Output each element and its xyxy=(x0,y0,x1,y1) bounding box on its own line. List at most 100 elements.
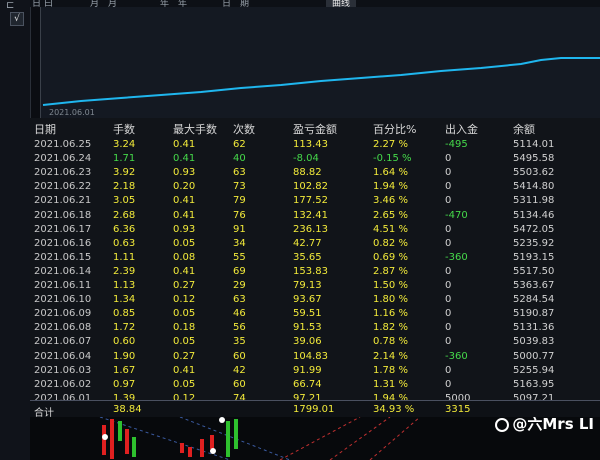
cell-bal: 5414.80 xyxy=(513,181,555,193)
header-max-hands[interactable]: 最大手数 xyxy=(173,121,217,137)
cell-flow: -360 xyxy=(445,350,468,362)
table-row[interactable]: 2021.06.08 1.72 0.18 56 91.53 1.82 % 0 5131.36 xyxy=(30,322,600,335)
header-hands[interactable]: 手数 xyxy=(113,121,135,137)
cell-pnl: 132.41 xyxy=(293,209,328,221)
tab-5[interactable]: 年 xyxy=(178,0,187,7)
cell-hands: 2.39 xyxy=(113,265,136,277)
cell-bal: 5163.95 xyxy=(513,378,555,390)
cell-pct: 1.64 % xyxy=(373,167,408,179)
table-row[interactable]: 2021.06.03 1.67 0.41 42 91.99 1.78 % 0 5255.94 xyxy=(30,365,600,378)
table-row[interactable]: 2021.06.25 3.24 0.41 62 113.43 2.27 % -495 5114… xyxy=(30,139,600,152)
tab-3[interactable]: 月 xyxy=(108,0,117,7)
tab-6[interactable]: 日 xyxy=(222,0,231,7)
cell-max: 0.27 xyxy=(173,280,196,291)
cell-count: 60 xyxy=(233,378,246,390)
header-count[interactable]: 次数 xyxy=(233,121,255,137)
toggle-checkbox[interactable]: √ xyxy=(10,12,24,26)
watermark-text: @六Mrs LI xyxy=(512,417,594,433)
table-row[interactable]: 2021.06.18 2.68 0.41 76 132.41 2.65 % -470 5134… xyxy=(30,210,600,223)
cell-pct: 1.16 % xyxy=(373,308,408,320)
candle xyxy=(210,435,214,449)
cell-max: 0.93 xyxy=(173,223,196,235)
cell-pnl: 35.65 xyxy=(293,251,322,263)
cell-max: 0.05 xyxy=(173,237,196,249)
table-row[interactable]: 2021.06.24 1.71 0.41 40 -8.04 -0.15 % 0 5495.58 xyxy=(30,153,600,166)
table-row[interactable]: 2021.06.23 3.92 0.93 63 88.82 1.64 % 0 5503.62 xyxy=(30,167,600,180)
footer-flow: 3315 xyxy=(445,404,471,415)
table-row[interactable]: 2021.06.17 6.36 0.93 91 236.13 4.51 % 0 5472.05 xyxy=(30,224,600,237)
cell-max: 0.41 xyxy=(173,195,196,207)
tab-curve[interactable]: 曲线 xyxy=(326,0,357,7)
cell-count: 29 xyxy=(233,280,246,291)
candles-group xyxy=(102,419,238,459)
cell-date: 2021.06.22 xyxy=(34,181,92,193)
cell-date: 2021.06.10 xyxy=(34,294,92,306)
candle xyxy=(110,419,114,459)
trend-line-5 xyxy=(369,417,421,460)
table-row[interactable]: 2021.06.21 3.05 0.41 79 177.52 3.46 % 0 5311.98 xyxy=(30,195,600,208)
table-row[interactable]: 2021.06.04 1.90 0.27 60 104.83 2.14 % -360 5000… xyxy=(30,351,600,364)
cell-date: 2021.06.23 xyxy=(34,167,92,179)
cell-pct: 1.80 % xyxy=(373,294,408,306)
cell-pnl: 113.43 xyxy=(293,139,328,150)
cell-max: 0.05 xyxy=(173,308,196,320)
header-balance[interactable]: 余额 xyxy=(513,121,535,137)
header-date[interactable]: 日期 xyxy=(34,121,56,137)
cell-max: 0.12 xyxy=(173,294,196,306)
tab-0[interactable]: 日 xyxy=(32,0,41,7)
equity-curve-chart: 2021.06.01 xyxy=(40,7,600,119)
table-row[interactable]: 2021.06.10 1.34 0.12 63 93.67 1.80 % 0 5284.54 xyxy=(30,294,600,307)
cell-bal: 5000.77 xyxy=(513,350,555,362)
cell-max: 0.18 xyxy=(173,322,196,334)
cell-flow: 0 xyxy=(445,364,452,376)
table-row[interactable]: 2021.06.02 0.97 0.05 60 66.74 1.31 % 0 5163.95 xyxy=(30,379,600,392)
cell-max: 0.41 xyxy=(173,139,196,150)
candle xyxy=(125,429,129,454)
candle xyxy=(102,425,106,455)
cell-count: 34 xyxy=(233,237,246,249)
cell-max: 0.08 xyxy=(173,251,196,263)
cell-pct: 3.46 % xyxy=(373,195,408,207)
watermark: @六Mrs LI xyxy=(495,417,594,434)
tab-2[interactable]: 月 xyxy=(90,0,99,7)
table-header: 日期 手数 最大手数 次数 盈亏金额 百分比% 出入金 余额 xyxy=(30,121,600,137)
cell-hands: 1.71 xyxy=(113,153,136,165)
cell-pnl: 104.83 xyxy=(293,350,328,362)
equity-line xyxy=(42,57,600,106)
table-row[interactable]: 2021.06.09 0.85 0.05 46 59.51 1.16 % 0 5190.87 xyxy=(30,308,600,321)
candle xyxy=(234,419,238,449)
cell-bal: 5503.62 xyxy=(513,167,555,179)
marker xyxy=(210,448,216,454)
cell-flow: 0 xyxy=(445,181,452,193)
cell-pnl: 93.67 xyxy=(293,294,322,306)
cell-date: 2021.06.03 xyxy=(34,364,92,376)
cell-date: 2021.06.15 xyxy=(34,251,92,263)
table-row[interactable]: 2021.06.14 2.39 0.41 69 153.83 2.87 % 0 5517.50 xyxy=(30,266,600,279)
footer-hands: 38.84 xyxy=(113,404,142,415)
header-flow[interactable]: 出入金 xyxy=(445,121,478,137)
cell-hands: 2.18 xyxy=(113,181,136,193)
cell-count: 73 xyxy=(233,181,246,193)
table-row[interactable]: 2021.06.16 0.63 0.05 34 42.77 0.82 % 0 5235.92 xyxy=(30,238,600,251)
table-row[interactable]: 2021.06.22 2.18 0.20 73 102.82 1.94 % 0 5414.80 xyxy=(30,181,600,194)
table-row[interactable]: 2021.06.15 1.11 0.08 55 35.65 0.69 % -360 5193.… xyxy=(30,252,600,265)
cell-pct: 2.87 % xyxy=(373,265,408,277)
tab-7[interactable]: 期 xyxy=(240,0,249,7)
header-pct[interactable]: 百分比% xyxy=(373,121,416,137)
cell-bal: 5311.98 xyxy=(513,195,555,207)
header-pnl[interactable]: 盈亏金额 xyxy=(293,121,337,137)
cell-flow: 0 xyxy=(445,223,452,235)
cell-count: 35 xyxy=(233,336,246,348)
daily-stats-table: 日期 手数 最大手数 次数 盈亏金额 百分比% 出入金 余额 2021.06.2… xyxy=(30,118,600,417)
cell-pnl: 66.74 xyxy=(293,378,322,390)
table-row[interactable]: 2021.06.07 0.60 0.05 35 39.06 0.78 % 0 5039.83 xyxy=(30,336,600,349)
tab-4[interactable]: 年 xyxy=(160,0,169,7)
cell-pnl: 102.82 xyxy=(293,181,328,193)
cell-max: 0.27 xyxy=(173,350,196,362)
table-row[interactable]: 2021.06.11 1.13 0.27 29 79.13 1.50 % 0 5363.67 xyxy=(30,280,600,293)
cell-count: 46 xyxy=(233,308,246,320)
cell-date: 2021.06.17 xyxy=(34,223,92,235)
cell-count: 56 xyxy=(233,322,246,334)
cell-date: 2021.06.08 xyxy=(34,322,92,334)
tab-1[interactable]: 曰 xyxy=(44,0,53,7)
